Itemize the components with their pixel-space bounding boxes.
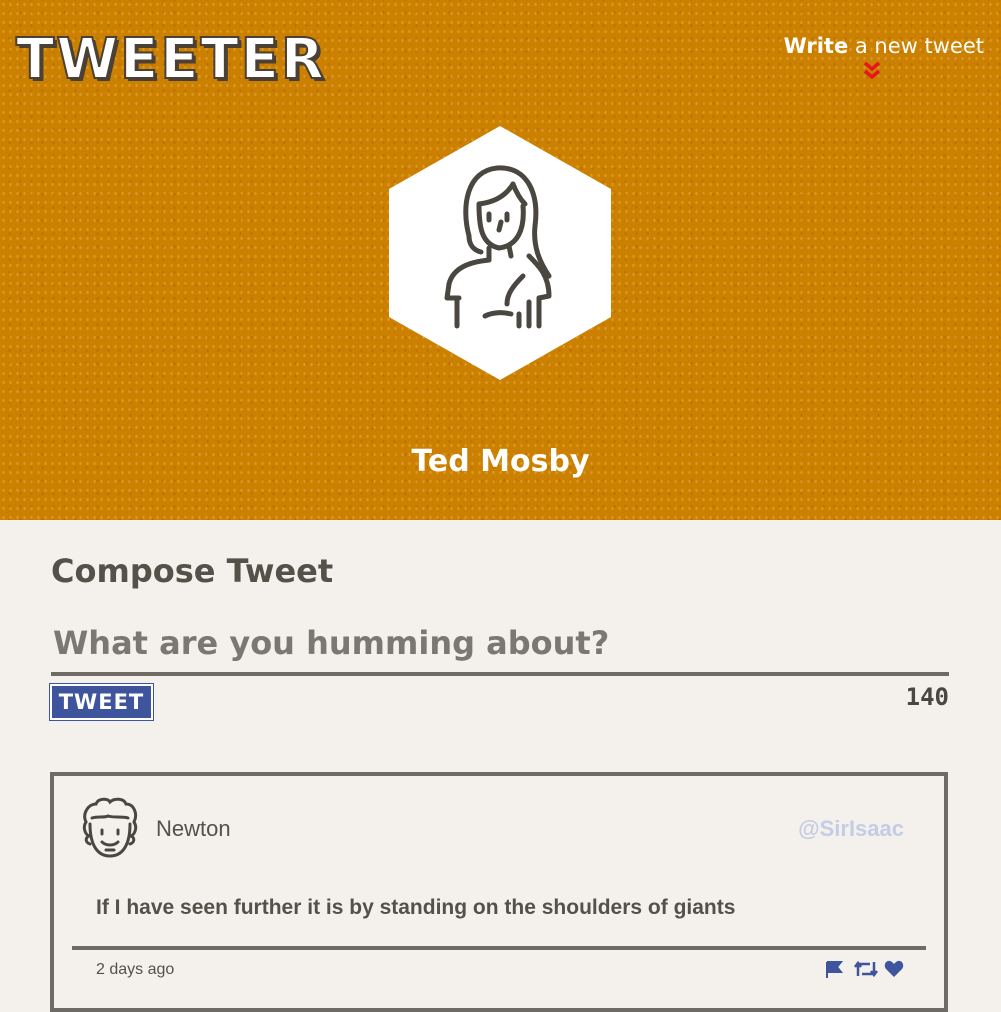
tweet-text: If I have seen further it is by standing… (96, 896, 736, 919)
main-content: Compose Tweet TWEET 140 Newton @SirIsaac… (0, 520, 1001, 1012)
nav-write-rest: a new tweet (848, 34, 984, 58)
tweet-handle[interactable]: @SirIsaac (798, 816, 904, 842)
write-new-tweet-toggle[interactable]: Write a new tweet (784, 34, 984, 82)
tweet-author: Newton (156, 816, 231, 841)
tweet-submit-button[interactable]: TWEET (50, 684, 153, 720)
tweet-compose-input[interactable] (51, 614, 949, 676)
app-logo[interactable]: TWEETER (15, 27, 326, 93)
tweet-card: Newton @SirIsaac If I have seen further … (50, 772, 948, 1012)
newton-avatar (82, 797, 138, 858)
tweet-actions (824, 960, 904, 978)
profile-name: Ted Mosby (411, 444, 590, 479)
heart-icon[interactable] (884, 960, 904, 978)
user-avatar (389, 126, 611, 380)
tweet-timestamp: 2 days ago (96, 961, 175, 978)
compose-title: Compose Tweet (51, 552, 334, 590)
retweet-icon[interactable] (854, 960, 878, 978)
double-chevron-down-icon[interactable] (862, 60, 882, 82)
profile-header: TWEETER Write a new tweet Ted Mosby (0, 0, 1001, 520)
character-counter: 140 (905, 683, 949, 711)
flag-icon[interactable] (824, 960, 844, 978)
tweet-divider (72, 946, 926, 950)
nav-write-bold: Write (783, 34, 849, 58)
